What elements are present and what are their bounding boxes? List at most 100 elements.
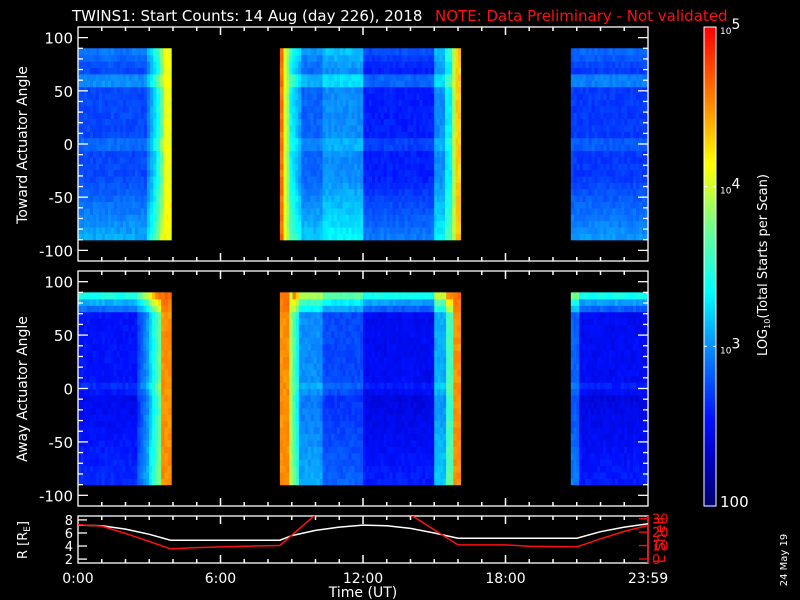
spectrogram-cell <box>156 144 161 151</box>
spectrogram-cell <box>444 124 450 132</box>
spectrogram-cell <box>444 118 450 126</box>
spectrogram-cell <box>159 86 165 94</box>
spectrogram-cell <box>167 375 172 383</box>
spectrogram-cell <box>444 86 450 94</box>
spectrogram-cell <box>167 337 172 345</box>
spectrogram-cell <box>159 144 165 151</box>
spectrogram-cell <box>279 150 285 158</box>
spectrogram-cell <box>279 182 285 190</box>
spectrogram-cell <box>448 220 453 228</box>
spectrogram-cell <box>444 220 450 228</box>
spectrogram-cell <box>279 118 285 126</box>
spectrogram-cell <box>448 54 453 62</box>
spectrogram-cell <box>452 226 457 234</box>
spectrogram-cell <box>279 163 285 171</box>
spectrogram-cell <box>279 67 285 75</box>
spectrogram-cell <box>458 233 461 241</box>
spectrogram-cell <box>458 67 461 75</box>
spectrogram-cell <box>167 401 172 409</box>
spectrogram-cell <box>452 61 457 69</box>
spectrogram-cell <box>168 67 172 75</box>
spectrogram-cell <box>458 92 461 100</box>
spectrogram-cell <box>452 105 457 113</box>
spectrogram-cell <box>444 112 450 120</box>
spectrogram-cell <box>444 137 450 145</box>
spectrogram-cell <box>156 73 161 81</box>
spectrogram-cell <box>452 54 457 62</box>
spectrogram-cell <box>452 73 457 81</box>
spectrogram-cell <box>444 131 450 139</box>
spectrogram-cell <box>458 61 461 69</box>
spectrogram-cell <box>167 350 172 358</box>
spectrogram-cell <box>168 169 172 177</box>
spectrogram-cell <box>167 465 172 473</box>
spectrogram-cell <box>168 195 172 203</box>
spectrogram-cell <box>458 175 461 183</box>
spectrogram-cell <box>159 54 165 62</box>
spectrogram-cell <box>444 169 450 177</box>
spectrogram-cell <box>168 214 172 222</box>
spectrogram-cell <box>452 80 457 88</box>
spectrogram-cell <box>279 175 285 183</box>
spectrogram-cell <box>448 48 453 56</box>
spectrogram-cell <box>156 131 161 139</box>
spectrogram-cell <box>279 112 285 120</box>
spectrogram-cell <box>159 92 165 100</box>
spectrogram-cell <box>448 131 453 139</box>
spectrogram-cell <box>448 61 453 69</box>
spectrogram-cell <box>159 220 165 228</box>
spectrogram-cell <box>279 54 285 62</box>
spectrogram-cell <box>156 67 161 75</box>
spectrogram-cell <box>279 226 285 234</box>
spectrogram-cell <box>448 150 453 158</box>
spectrogram-cell <box>444 80 450 88</box>
twins-start-counts-figure: TWINS1: Start Counts: 14 Aug (day 226), … <box>0 0 800 600</box>
spectrogram-cell <box>159 195 165 203</box>
spectrogram-cell <box>448 105 453 113</box>
spectrogram-cell <box>458 188 461 196</box>
spectrogram-cell <box>444 226 450 234</box>
spectrogram-cell <box>458 201 461 209</box>
spectrogram-cell <box>458 144 461 151</box>
spectrogram-cell <box>167 407 172 415</box>
spectrogram-cell <box>156 220 161 228</box>
spectrogram-cell <box>448 118 453 126</box>
spectrogram-cell <box>458 156 461 164</box>
spectrogram-cell <box>279 99 285 107</box>
spectrogram-cell <box>448 99 453 107</box>
spectrogram-cell <box>452 137 457 145</box>
spectrogram-cell <box>452 92 457 100</box>
spectrogram-cell <box>448 188 453 196</box>
spectrogram-cell <box>168 112 172 120</box>
spectrogram-cell <box>279 207 285 215</box>
spectrogram-cell <box>448 169 453 177</box>
spectrogram-cell <box>167 433 172 441</box>
spectrogram-cell <box>448 175 453 183</box>
spectrogram-cell <box>444 182 450 190</box>
spectrogram-cell <box>159 150 165 158</box>
spectrogram-cell <box>444 105 450 113</box>
spectrogram-cell <box>159 137 165 145</box>
spectrogram-cell <box>448 86 453 94</box>
spectrogram-cell <box>167 330 172 338</box>
spectrogram-cell <box>458 131 461 139</box>
spectrogram-cell <box>458 182 461 190</box>
spectrogram-cell <box>444 99 450 107</box>
spectrogram-cell <box>448 201 453 209</box>
spectrogram-cell <box>159 124 165 132</box>
spectrogram-cell <box>168 182 172 190</box>
spectrogram-cell <box>156 105 161 113</box>
spectrogram-cell <box>167 388 172 396</box>
spectrogram-cell <box>452 150 457 158</box>
spectrogram-cell <box>452 188 457 196</box>
spectrogram-cell <box>458 214 461 222</box>
spectrogram-cell <box>444 61 450 69</box>
spectrogram-cell <box>279 80 285 88</box>
spectrogram-cell <box>168 226 172 234</box>
spectrogram-cell <box>452 99 457 107</box>
spectrogram-cell <box>444 207 450 215</box>
spectrogram-cell <box>159 188 165 196</box>
spectrogram-cell <box>168 105 172 113</box>
spectrogram-cell <box>458 226 461 234</box>
spectrogram-cell <box>448 67 453 75</box>
